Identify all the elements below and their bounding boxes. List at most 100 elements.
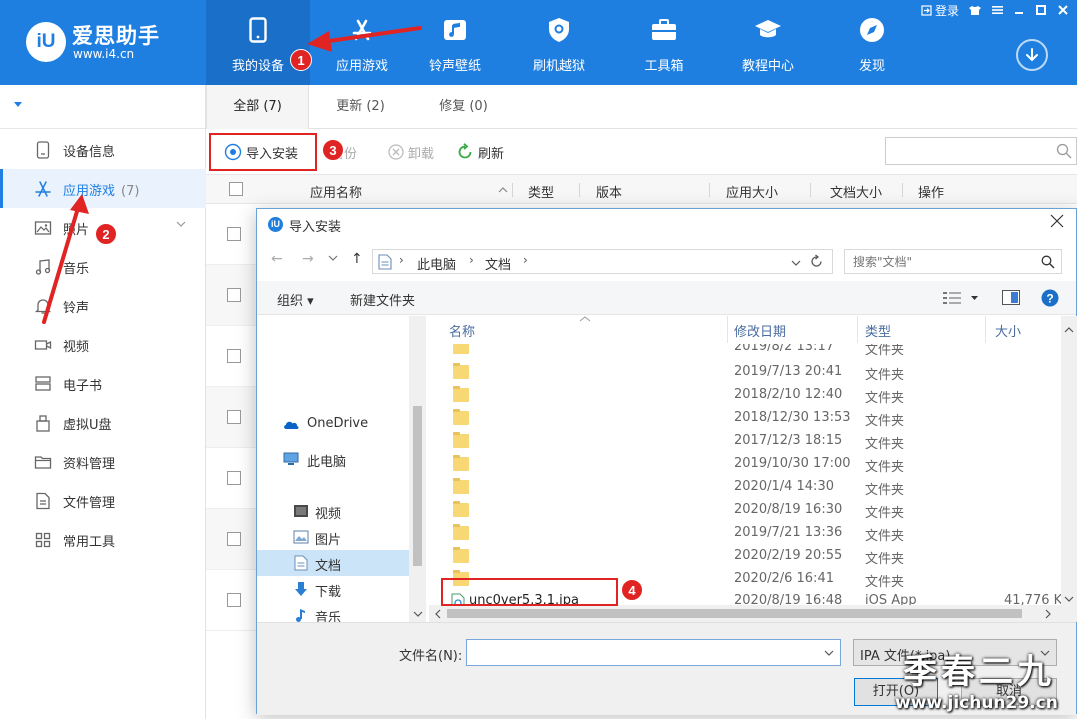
- row-checkbox[interactable]: [227, 227, 241, 241]
- address-bar[interactable]: › 此电脑 › 文档 ›: [372, 249, 833, 274]
- breadcrumb-this-pc[interactable]: 此电脑: [417, 254, 456, 273]
- organize-menu[interactable]: 组织 ▾: [277, 290, 314, 309]
- file-row[interactable]: 2019/7/21 13:36 文件夹: [429, 522, 1059, 545]
- nav-toolbox[interactable]: 工具箱: [612, 0, 716, 85]
- chevron-down-icon[interactable]: [791, 259, 801, 267]
- hscroll-thumb[interactable]: [447, 609, 1022, 618]
- file-row[interactable]: 2020/1/4 14:30 文件夹: [429, 476, 1059, 499]
- row-checkbox[interactable]: [227, 349, 241, 363]
- scroll-right-icon[interactable]: [1045, 609, 1052, 619]
- row-checkbox[interactable]: [227, 410, 241, 424]
- sidebar-item-file-management[interactable]: 文件管理: [0, 481, 206, 520]
- nav-pane-pictures[interactable]: 图片: [257, 524, 409, 550]
- row-checkbox[interactable]: [227, 288, 241, 302]
- sidebar-item-data-management[interactable]: 资料管理: [0, 442, 206, 481]
- up-arrow-icon[interactable]: ↑: [351, 251, 363, 267]
- tab-all[interactable]: 全部 (7): [206, 85, 309, 129]
- scroll-down-icon[interactable]: [1064, 596, 1074, 603]
- top-bar: iU 爱思助手 www.i4.cn 我的设备 应用游戏 铃声壁纸 刷机越狱 工具…: [0, 0, 1077, 85]
- nav-pane-this-pc[interactable]: 此电脑: [257, 446, 409, 472]
- breadcrumb-documents[interactable]: 文档: [485, 254, 511, 273]
- col-app-size[interactable]: 应用大小: [726, 182, 778, 201]
- sidebar-item-apps[interactable]: 应用游戏 (7): [0, 169, 206, 208]
- col-type[interactable]: 类型: [528, 182, 554, 201]
- nav-discover[interactable]: 发现: [820, 0, 924, 85]
- column-type[interactable]: 类型: [865, 321, 891, 340]
- file-icon: [36, 492, 50, 510]
- dialog-close-button[interactable]: [1048, 214, 1066, 232]
- nav-ringtones[interactable]: 铃声壁纸: [403, 0, 507, 85]
- file-list-hscrollbar[interactable]: [429, 605, 1061, 622]
- nav-apps[interactable]: 应用游戏: [310, 0, 414, 85]
- file-list-scrollbar[interactable]: [1061, 316, 1077, 622]
- nav-tutorials[interactable]: 教程中心: [716, 0, 820, 85]
- sort-up-icon[interactable]: [498, 186, 508, 194]
- help-icon[interactable]: ?: [1041, 289, 1059, 307]
- download-button[interactable]: [1016, 39, 1048, 71]
- nav-my-device[interactable]: 我的设备: [206, 0, 310, 85]
- nav-pane-videos[interactable]: 视频: [257, 498, 409, 524]
- nav-pane-scrollbar[interactable]: [409, 316, 426, 622]
- select-all-checkbox[interactable]: [229, 182, 243, 196]
- chevron-down-icon[interactable]: [824, 650, 834, 657]
- scroll-left-icon[interactable]: [434, 609, 441, 619]
- col-doc-size[interactable]: 文档大小: [830, 182, 882, 201]
- column-modified-date[interactable]: 修改日期: [734, 321, 786, 340]
- chevron-down-icon[interactable]: [328, 254, 338, 262]
- column-size[interactable]: 大小: [995, 321, 1021, 340]
- uninstall-button[interactable]: 卸载: [388, 142, 434, 162]
- file-row[interactable]: 2020/8/19 16:30 文件夹: [429, 499, 1059, 522]
- device-selector[interactable]: [0, 85, 206, 129]
- col-app-name[interactable]: 应用名称: [310, 182, 362, 201]
- import-install-dialog: iU 导入安装 ← → ↑ › 此电脑 › 文档 › 组织 ▾ 新建文件夹: [256, 208, 1077, 715]
- sidebar-item-ringtones[interactable]: 铃声: [0, 286, 206, 325]
- nav-pane-documents[interactable]: 文档: [257, 550, 409, 576]
- file-row[interactable]: 2019/7/13 20:41 文件夹: [429, 361, 1059, 384]
- scroll-down-icon[interactable]: [413, 611, 423, 618]
- minimize-icon[interactable]: [1013, 4, 1025, 16]
- file-row[interactable]: 2018/2/10 12:40 文件夹: [429, 384, 1059, 407]
- row-checkbox[interactable]: [227, 471, 241, 485]
- menu-icon[interactable]: [991, 4, 1003, 16]
- file-row[interactable]: 2020/2/19 20:55 文件夹: [429, 545, 1059, 568]
- sidebar-item-videos[interactable]: 视频: [0, 325, 206, 364]
- svg-text:?: ?: [1046, 292, 1053, 306]
- tab-updates[interactable]: 更新 (2): [309, 85, 412, 129]
- forward-arrow-icon[interactable]: →: [302, 251, 314, 267]
- sidebar-item-music[interactable]: 音乐: [0, 247, 206, 286]
- sidebar-item-device-info[interactable]: 设备信息: [0, 130, 206, 169]
- nav-jailbreak[interactable]: 刷机越狱: [507, 0, 611, 85]
- sidebar-item-ebooks[interactable]: 电子书: [0, 364, 206, 403]
- file-row[interactable]: 2019/10/30 17:00 文件夹: [429, 453, 1059, 476]
- login-link[interactable]: 登录: [921, 2, 959, 19]
- refresh-icon[interactable]: [809, 254, 824, 269]
- sidebar-item-virtual-usb[interactable]: 虚拟U盘: [0, 403, 206, 442]
- back-arrow-icon[interactable]: ←: [271, 251, 283, 267]
- filename-input[interactable]: [471, 643, 811, 662]
- file-type: 文件夹: [865, 414, 905, 429]
- nav-pane-scroll-thumb[interactable]: [413, 406, 422, 566]
- new-folder-button[interactable]: 新建文件夹: [350, 290, 415, 309]
- scroll-up-icon[interactable]: [1064, 326, 1074, 333]
- app-search-input[interactable]: [885, 137, 1077, 165]
- tab-repair[interactable]: 修复 (0): [412, 85, 515, 129]
- maximize-icon[interactable]: [1035, 4, 1047, 16]
- preview-pane-icon[interactable]: [1002, 290, 1020, 305]
- col-version[interactable]: 版本: [596, 182, 622, 201]
- skin-icon[interactable]: [969, 4, 981, 16]
- nav-pane-label: OneDrive: [307, 416, 369, 431]
- nav-pane-onedrive[interactable]: OneDrive: [257, 411, 409, 437]
- file-row[interactable]: 2018/12/30 13:53 文件夹: [429, 407, 1059, 430]
- chevron-down-icon[interactable]: [176, 220, 186, 228]
- view-options-icon[interactable]: [943, 291, 961, 305]
- sidebar-item-common-tools[interactable]: 常用工具: [0, 520, 206, 559]
- refresh-button[interactable]: 刷新: [456, 142, 504, 162]
- file-row[interactable]: 2017/12/3 18:15 文件夹: [429, 430, 1059, 453]
- nav-pane-downloads[interactable]: 下载: [257, 576, 409, 602]
- column-name[interactable]: 名称: [449, 321, 475, 340]
- close-icon[interactable]: [1057, 4, 1069, 16]
- row-checkbox[interactable]: [227, 593, 241, 607]
- row-checkbox[interactable]: [227, 532, 241, 546]
- chevron-down-icon[interactable]: [970, 295, 979, 301]
- dialog-search-input[interactable]: [853, 253, 1033, 271]
